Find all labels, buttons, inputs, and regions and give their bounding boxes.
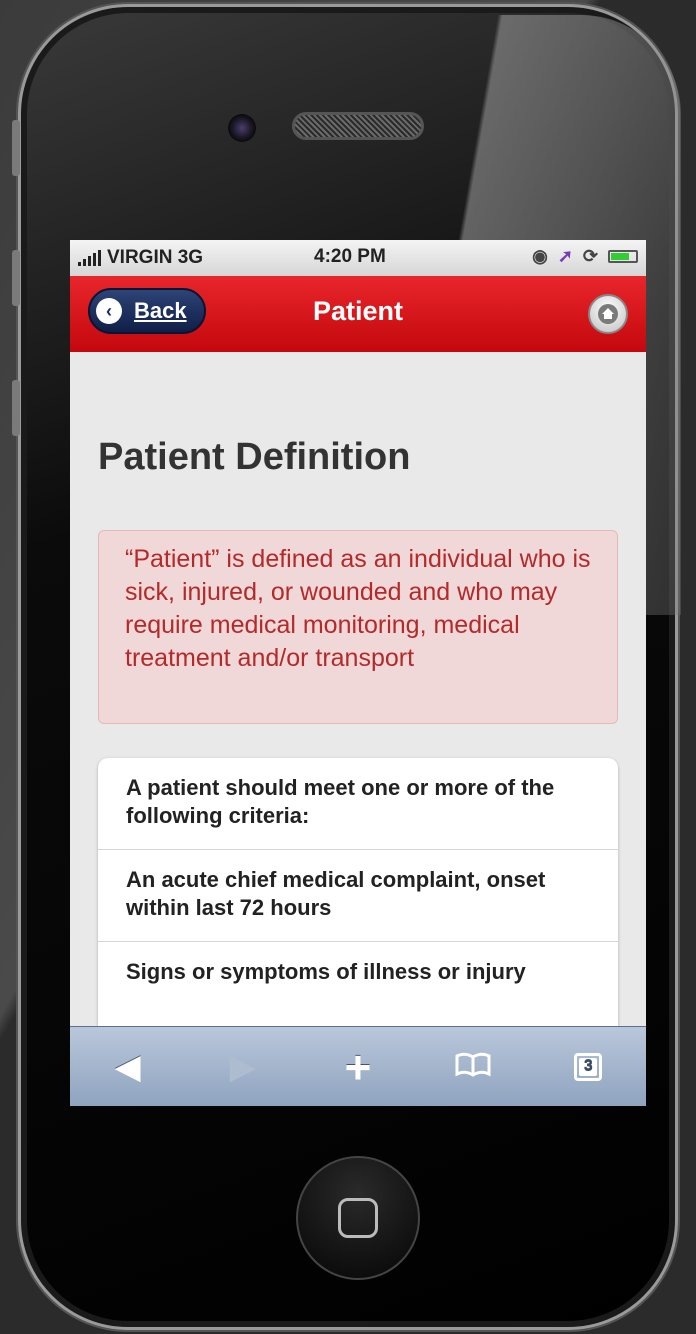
phone-screen: VIRGIN 3G 4:20 PM ◉ ➚ ⟳ ‹ Back Patient P… (70, 240, 646, 1106)
bookmarks-icon[interactable] (443, 1048, 503, 1087)
tabs-button[interactable]: 3 (558, 1053, 618, 1081)
signal-icon (78, 250, 101, 266)
volume-up-button (12, 250, 20, 306)
definition-callout: “Patient” is defined as an individual wh… (98, 530, 618, 724)
silent-switch (12, 120, 20, 176)
header-bar: ‹ Back Patient (70, 276, 646, 353)
list-item: An acute chief medical complaint, onset … (98, 850, 618, 942)
tabs-icon: 3 (574, 1053, 603, 1081)
browser-toolbar: ◀ ▶ + 3 (70, 1026, 646, 1106)
forward-arrow-icon[interactable]: ▶ (213, 1047, 273, 1087)
alarm-icon: ◉ (532, 246, 548, 266)
add-icon[interactable]: + (328, 1040, 388, 1094)
rotation-lock-icon: ⟳ (582, 246, 598, 266)
status-time: 4:20 PM (314, 246, 386, 267)
status-bar: VIRGIN 3G 4:20 PM ◉ ➚ ⟳ (70, 240, 646, 277)
tabs-count: 3 (579, 1058, 598, 1076)
home-button[interactable] (588, 294, 628, 334)
home-key-icon (338, 1198, 378, 1238)
list-item: A patient should meet one or more of the… (98, 758, 618, 850)
home-icon (598, 304, 618, 324)
page-header-title: Patient (312, 296, 404, 326)
criteria-list: A patient should meet one or more of the… (98, 758, 618, 1048)
status-icons: ◉ ➚ ⟳ (532, 246, 638, 267)
home-key[interactable] (296, 1156, 420, 1280)
main-content: Patient Definition “Patient” is defined … (70, 352, 646, 1048)
back-arrow-icon[interactable]: ◀ (98, 1047, 158, 1087)
front-camera (228, 114, 256, 142)
list-item: Signs or symptoms of illness or injury (98, 942, 618, 1034)
location-icon: ➚ (557, 246, 573, 266)
volume-down-button (12, 380, 20, 436)
earpiece-speaker (292, 112, 424, 140)
page-title: Patient Definition (98, 436, 411, 478)
carrier-label: VIRGIN 3G (107, 247, 204, 268)
battery-icon (608, 250, 638, 263)
